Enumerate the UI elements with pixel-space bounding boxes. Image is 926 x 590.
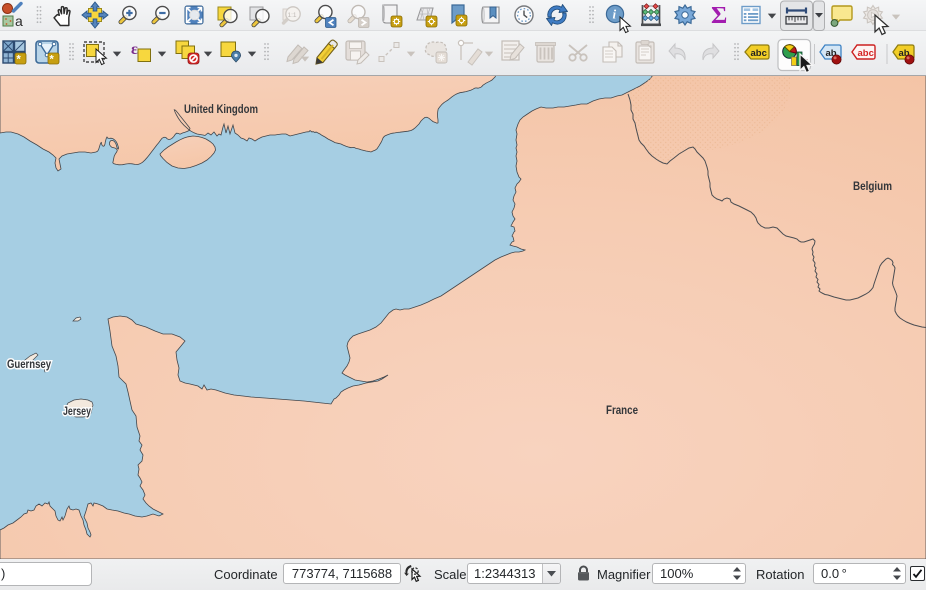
svg-text:1:1: 1:1 xyxy=(288,12,297,19)
svg-text:Belgium: Belgium xyxy=(853,181,892,193)
svg-text:ε: ε xyxy=(131,41,138,58)
svg-text:*: * xyxy=(17,54,22,66)
svg-text:United Kingdom: United Kingdom xyxy=(184,104,258,116)
svg-text:a: a xyxy=(15,13,23,29)
svg-text:abc: abc xyxy=(858,48,874,59)
svg-text:Guernsey: Guernsey xyxy=(7,359,51,371)
svg-text:*: * xyxy=(50,54,55,66)
svg-text:Jersey: Jersey xyxy=(63,406,91,418)
svg-text:Σ: Σ xyxy=(711,2,727,28)
svg-text:i: i xyxy=(613,7,617,22)
svg-text:France: France xyxy=(606,405,638,417)
svg-text:abc: abc xyxy=(751,48,767,59)
